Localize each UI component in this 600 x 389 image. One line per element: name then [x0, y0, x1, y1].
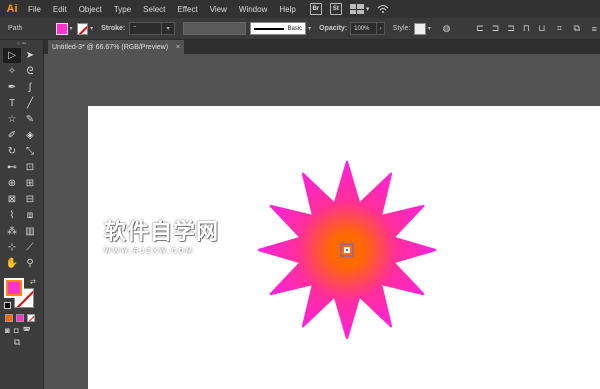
artboard-tool-icon[interactable]: ⊹ — [3, 240, 21, 255]
gradient-mode-button[interactable] — [16, 314, 24, 322]
column-graph-tool-icon[interactable]: ▥ — [21, 224, 39, 239]
fill-swatch[interactable] — [56, 22, 68, 35]
color-mode-row — [0, 314, 43, 322]
curvature-tool-icon[interactable]: ∫ — [21, 80, 39, 95]
shape-builder-tool-icon[interactable]: ⊕ — [3, 176, 21, 191]
gpu-performance-icon[interactable] — [377, 4, 389, 14]
menu-select[interactable]: Select — [137, 5, 171, 14]
document-tab-bar: Untitled-3* @ 66.67% (RGB/Preview) × — [44, 40, 600, 54]
rotate-tool-icon[interactable]: ↻ — [3, 144, 21, 159]
stock-button[interactable]: St — [329, 3, 342, 15]
chevron-down-icon[interactable]: ▾ — [90, 25, 93, 32]
zoom-tool-icon[interactable]: ⚲ — [21, 256, 39, 271]
live-paint-tool-icon[interactable]: ⊞ — [21, 176, 39, 191]
fill-color-swatch[interactable] — [4, 278, 24, 298]
stroke-swatch[interactable] — [76, 22, 89, 35]
paintbrush-tool-icon[interactable]: ✎ — [21, 112, 39, 127]
graphic-style-swatch[interactable] — [414, 22, 426, 35]
arrange-documents-icon[interactable] — [349, 4, 364, 14]
none-mode-button[interactable] — [27, 314, 35, 322]
fill-stroke-widget: ⇄ — [0, 276, 43, 312]
perspective-grid-tool-icon[interactable]: ⊠ — [3, 192, 21, 207]
panel-menu-icon[interactable]: ≡ — [589, 23, 600, 35]
chevron-down-icon[interactable]: ▾ — [70, 25, 73, 32]
chevron-down-icon[interactable]: ▾ — [366, 5, 370, 13]
slice-tool-icon[interactable]: ⟋ — [21, 240, 39, 255]
blend-tool-icon[interactable]: ⧈ — [21, 208, 39, 223]
symbol-sprayer-tool-icon[interactable]: ⁂ — [3, 224, 21, 239]
menu-type[interactable]: Type — [108, 5, 137, 14]
align-left-icon[interactable]: ⊏ — [474, 23, 485, 35]
draw-inside-icon[interactable]: ◚ — [23, 326, 31, 335]
menu-window[interactable]: Window — [233, 5, 273, 14]
type-tool-icon[interactable]: T — [3, 96, 21, 111]
menu-help[interactable]: Help — [273, 5, 301, 14]
watermark-title: 软件自学网 — [104, 220, 220, 245]
opacity-input[interactable]: 100% — [350, 22, 378, 35]
control-bar: Path ▾ ▾ Stroke: ⌃ ▾ Basic ▾ Opacity: 10… — [0, 18, 600, 40]
brush-definition[interactable]: Basic — [250, 22, 307, 35]
align-middle-icon[interactable]: ⊔ — [536, 23, 547, 35]
menu-object[interactable]: Object — [73, 5, 108, 14]
menu-file[interactable]: File — [24, 5, 47, 14]
mesh-tool-icon[interactable]: ⊟ — [21, 192, 39, 207]
variable-width-profile[interactable] — [183, 22, 247, 35]
menu-effect[interactable]: Effect — [171, 5, 203, 14]
menu-edit[interactable]: Edit — [47, 5, 73, 14]
default-fill-stroke-icon[interactable] — [4, 302, 11, 309]
app-logo: Ai — [6, 3, 18, 15]
document-tab[interactable]: Untitled-3* @ 66.67% (RGB/Preview) × — [48, 40, 185, 54]
star-tool-icon[interactable]: ☆ — [3, 112, 21, 127]
stroke-weight-dropdown[interactable]: ▾ — [161, 22, 176, 35]
eyedropper-tool-icon[interactable]: ⌇ — [3, 208, 21, 223]
free-transform-tool-icon[interactable]: ⊡ — [21, 160, 39, 175]
chevron-right-icon[interactable]: › — [377, 22, 385, 35]
pen-tool-icon[interactable]: ✒ — [3, 80, 21, 95]
swap-fill-stroke-icon[interactable]: ⇄ — [30, 278, 36, 286]
shaper-tool-icon[interactable]: ✐ — [3, 128, 21, 143]
style-label: Style: — [392, 25, 411, 32]
close-icon[interactable]: × — [176, 44, 180, 51]
color-mode-button[interactable] — [5, 314, 13, 322]
document-title: Untitled-3* @ 66.67% (RGB/Preview) — [52, 43, 169, 51]
align-right-icon[interactable]: ⊐ — [505, 23, 516, 35]
magic-wand-tool-icon[interactable]: ✧ — [3, 64, 21, 79]
watermark: 软件自学网 WWW.RJZXW.COM — [104, 214, 254, 264]
draw-mode-row: ◙ ◘ ◚ — [0, 326, 43, 335]
hand-tool-icon[interactable]: ✋ — [3, 256, 21, 271]
stroke-weight-stepper[interactable]: ⌃ — [129, 22, 162, 35]
chevron-down-icon[interactable]: ▾ — [428, 25, 431, 32]
chevron-down-icon[interactable]: ▾ — [308, 25, 311, 32]
eraser-tool-icon[interactable]: ◈ — [21, 128, 39, 143]
stroke-label: Stroke: — [101, 25, 126, 32]
bridge-button[interactable]: Br — [309, 3, 322, 15]
opacity-label[interactable]: Opacity: — [319, 25, 347, 32]
scale-tool-icon[interactable]: ⤡ — [21, 144, 39, 159]
panel-handle[interactable]: « ▪▪ — [0, 40, 43, 48]
width-tool-icon[interactable]: ⊷ — [3, 160, 21, 175]
align-center-icon[interactable]: ⊐ — [490, 23, 501, 35]
line-segment-tool-icon[interactable]: ╱ — [21, 96, 39, 111]
draw-normal-icon[interactable]: ◙ — [5, 326, 10, 335]
direct-selection-tool-icon[interactable]: ➤ — [21, 48, 39, 63]
transform-icon[interactable]: ⌗ — [554, 23, 565, 35]
recolor-artwork-icon[interactable]: ◍ — [441, 23, 452, 35]
selection-tool-icon[interactable]: ▷ — [3, 48, 21, 63]
menu-view[interactable]: View — [204, 5, 233, 14]
lasso-tool-icon[interactable]: ᘓ — [21, 64, 39, 79]
brush-stroke-preview — [254, 27, 285, 30]
watermark-url: WWW.RJZXW.COM — [104, 248, 194, 255]
tools-panel: « ▪▪ ▷ ➤ ✧ ᘓ ✒ ∫ T ╱ ☆ ✎ ✐ ◈ ↻ ⤡ ⊷ ⊡ ⊕ ⊞… — [0, 40, 44, 389]
brush-name: Basic — [287, 25, 303, 32]
isolate-icon[interactable]: ⧉ — [571, 23, 582, 35]
align-top-icon[interactable]: ⊓ — [521, 23, 532, 35]
selection-type-label: Path — [8, 25, 23, 32]
menu-bar: Ai File Edit Object Type Select Effect V… — [0, 0, 600, 18]
canvas-area[interactable]: 软件自学网 WWW.RJZXW.COM — [44, 54, 600, 389]
screen-mode-icon[interactable]: ⧉ — [0, 337, 43, 348]
draw-behind-icon[interactable]: ◘ — [14, 326, 19, 335]
